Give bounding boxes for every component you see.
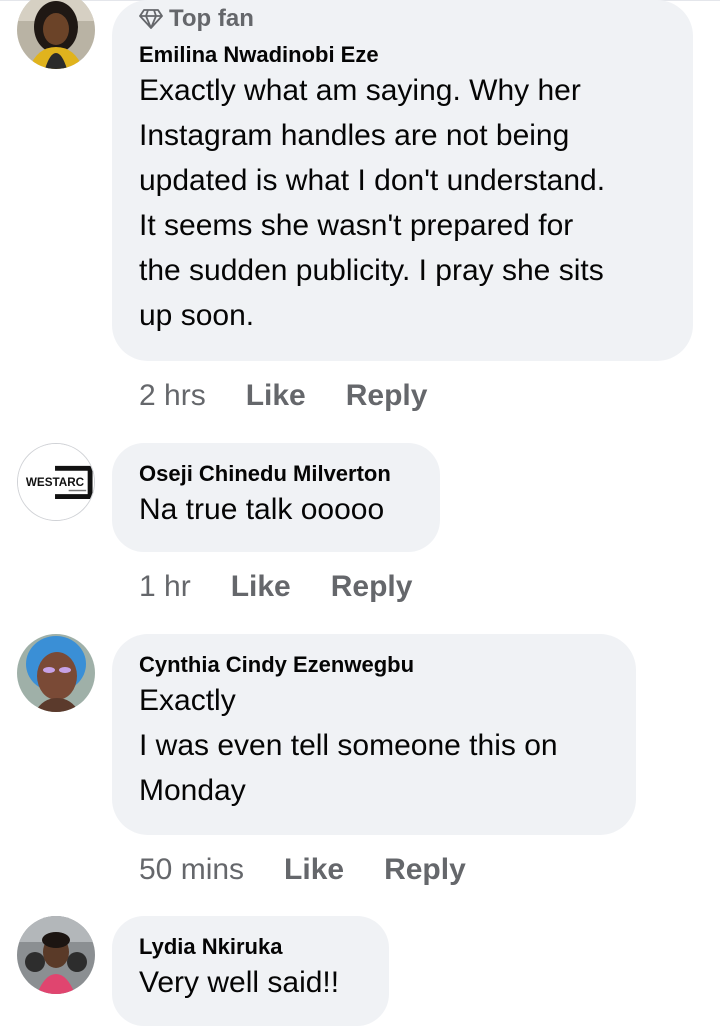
- comment-author[interactable]: Lydia Nkiruka: [139, 932, 363, 962]
- reply-button[interactable]: Reply: [384, 853, 466, 887]
- diamond-icon: [139, 9, 163, 29]
- reply-button[interactable]: Reply: [346, 379, 428, 413]
- comment-bubble: Lydia Nkiruka Very well said!!: [112, 916, 389, 1026]
- like-button[interactable]: Like: [246, 379, 306, 413]
- avatar-photo-icon: [17, 0, 95, 69]
- comment-actions: 1 hr Like Reply: [139, 567, 412, 607]
- like-button[interactable]: Like: [231, 570, 291, 604]
- avatar-photo-icon: [17, 634, 95, 712]
- avatar[interactable]: [17, 0, 95, 69]
- westarc-logo-icon: WESTARC: [18, 444, 94, 520]
- comment-timestamp[interactable]: 50 mins: [139, 853, 244, 887]
- comment-author[interactable]: Emilina Nwadinobi Eze: [139, 40, 667, 70]
- comment-text: Very well said!!: [139, 966, 340, 999]
- comment-author[interactable]: Oseji Chinedu Milverton: [139, 459, 414, 489]
- comment-bubble: Cynthia Cindy Ezenwegbu Exactly I was ev…: [112, 634, 636, 835]
- avatar[interactable]: WESTARC: [17, 443, 95, 521]
- comment-bubble: Oseji Chinedu Milverton Na true talk ooo…: [112, 443, 440, 552]
- comment-bubble: Top fan Emilina Nwadinobi Eze Exactly wh…: [112, 0, 693, 361]
- reply-button[interactable]: Reply: [331, 570, 413, 604]
- comment-actions: 2 hrs Like Reply: [139, 376, 427, 416]
- comment-timestamp[interactable]: 2 hrs: [139, 379, 206, 413]
- comment-text: Na true talk ooooo: [139, 493, 385, 526]
- logo-text: WESTARC: [26, 476, 85, 489]
- comment-author[interactable]: Cynthia Cindy Ezenwegbu: [139, 650, 610, 680]
- badge-label: Top fan: [169, 5, 254, 32]
- like-button[interactable]: Like: [284, 853, 344, 887]
- top-fan-badge: Top fan: [139, 4, 667, 34]
- avatar[interactable]: [17, 916, 95, 994]
- comment-actions: 50 mins Like Reply: [139, 850, 466, 890]
- avatar-photo-icon: [17, 916, 95, 994]
- comment-timestamp[interactable]: 1 hr: [139, 570, 191, 604]
- comment-text: Exactly what am saying. Why her Instagra…: [139, 74, 606, 332]
- comment-text: Exactly I was even tell someone this on …: [139, 684, 558, 807]
- comments-thread: Top fan Emilina Nwadinobi Eze Exactly wh…: [0, 0, 720, 1033]
- avatar[interactable]: [17, 634, 95, 712]
